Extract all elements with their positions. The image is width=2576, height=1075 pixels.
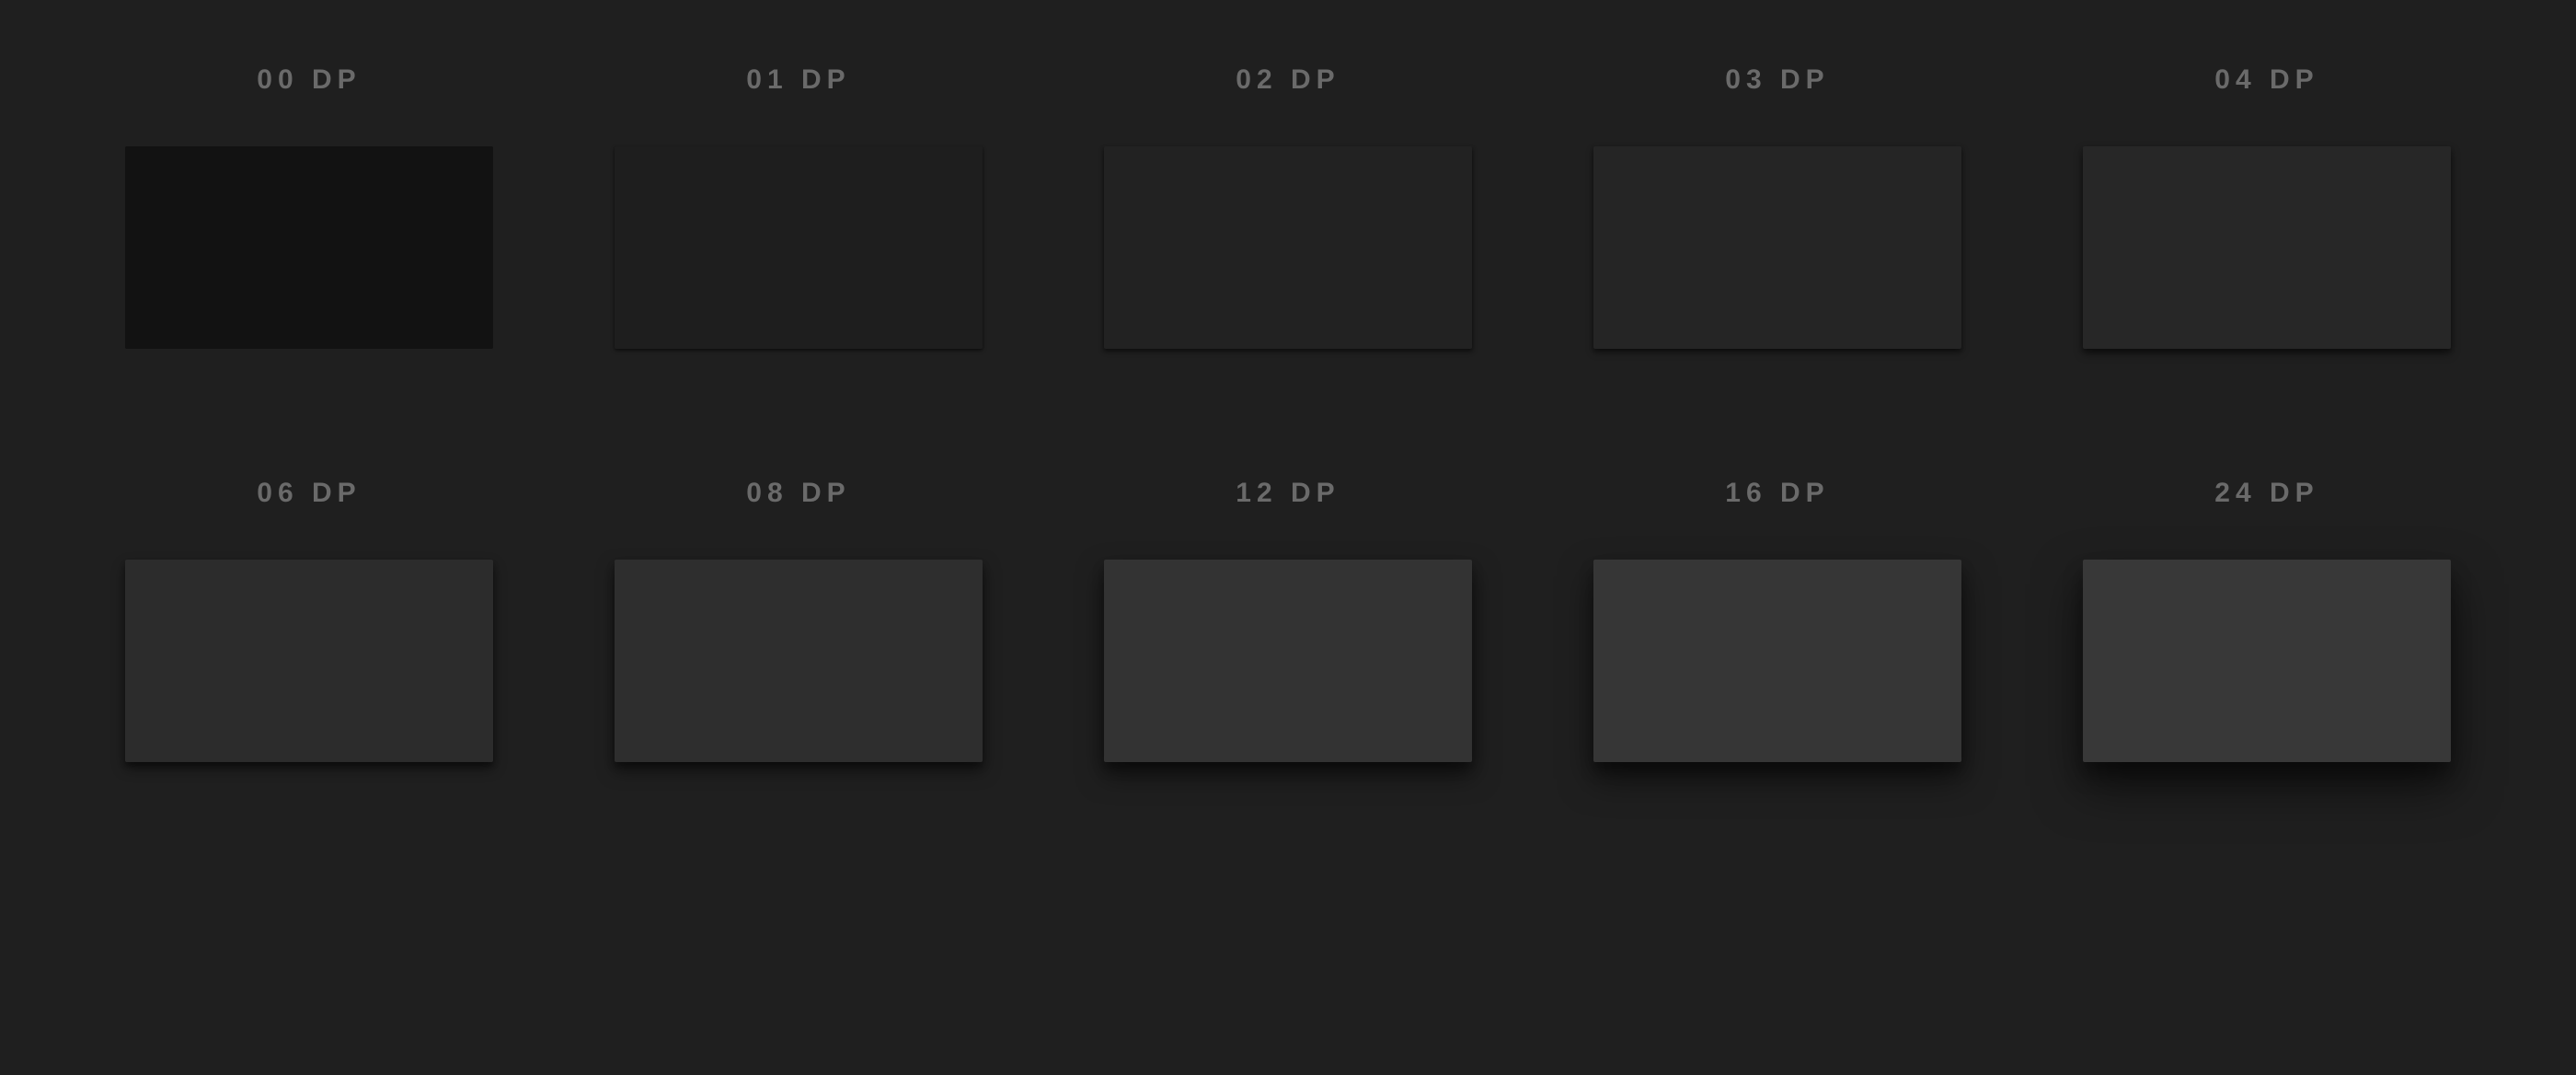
elevation-label: 02 DP bbox=[1236, 64, 1340, 96]
elevation-label: 01 DP bbox=[746, 64, 850, 96]
elevation-swatch-02dp bbox=[1104, 146, 1472, 349]
elevation-cell-04: 04 DP bbox=[2068, 64, 2466, 349]
elevation-label: 04 DP bbox=[2214, 64, 2318, 96]
elevation-swatch-03dp bbox=[1593, 146, 1961, 349]
elevation-cell-16: 16 DP bbox=[1579, 478, 1976, 762]
elevation-cell-02: 02 DP bbox=[1089, 64, 1487, 349]
elevation-label: 12 DP bbox=[1236, 478, 1340, 509]
elevation-cell-08: 08 DP bbox=[600, 478, 997, 762]
elevation-swatch-24dp bbox=[2083, 560, 2451, 762]
elevation-cell-06: 06 DP bbox=[110, 478, 508, 762]
elevation-swatch-04dp bbox=[2083, 146, 2451, 349]
elevation-label: 03 DP bbox=[1725, 64, 1829, 96]
elevation-label: 08 DP bbox=[746, 478, 850, 509]
elevation-cell-03: 03 DP bbox=[1579, 64, 1976, 349]
elevation-grid: 00 DP 01 DP 02 DP 03 DP 04 DP 06 DP 08 D… bbox=[0, 64, 2576, 762]
elevation-swatch-16dp bbox=[1593, 560, 1961, 762]
elevation-cell-24: 24 DP bbox=[2068, 478, 2466, 762]
elevation-cell-12: 12 DP bbox=[1089, 478, 1487, 762]
elevation-label: 24 DP bbox=[2214, 478, 2318, 509]
elevation-label: 00 DP bbox=[257, 64, 361, 96]
elevation-swatch-06dp bbox=[125, 560, 493, 762]
elevation-cell-00: 00 DP bbox=[110, 64, 508, 349]
elevation-label: 06 DP bbox=[257, 478, 361, 509]
elevation-swatch-01dp bbox=[615, 146, 983, 349]
elevation-swatch-08dp bbox=[615, 560, 983, 762]
elevation-cell-01: 01 DP bbox=[600, 64, 997, 349]
elevation-swatch-00dp bbox=[125, 146, 493, 349]
elevation-swatch-12dp bbox=[1104, 560, 1472, 762]
elevation-label: 16 DP bbox=[1725, 478, 1829, 509]
elevation-reference-sheet: 00 DP 01 DP 02 DP 03 DP 04 DP 06 DP 08 D… bbox=[0, 0, 2576, 1075]
